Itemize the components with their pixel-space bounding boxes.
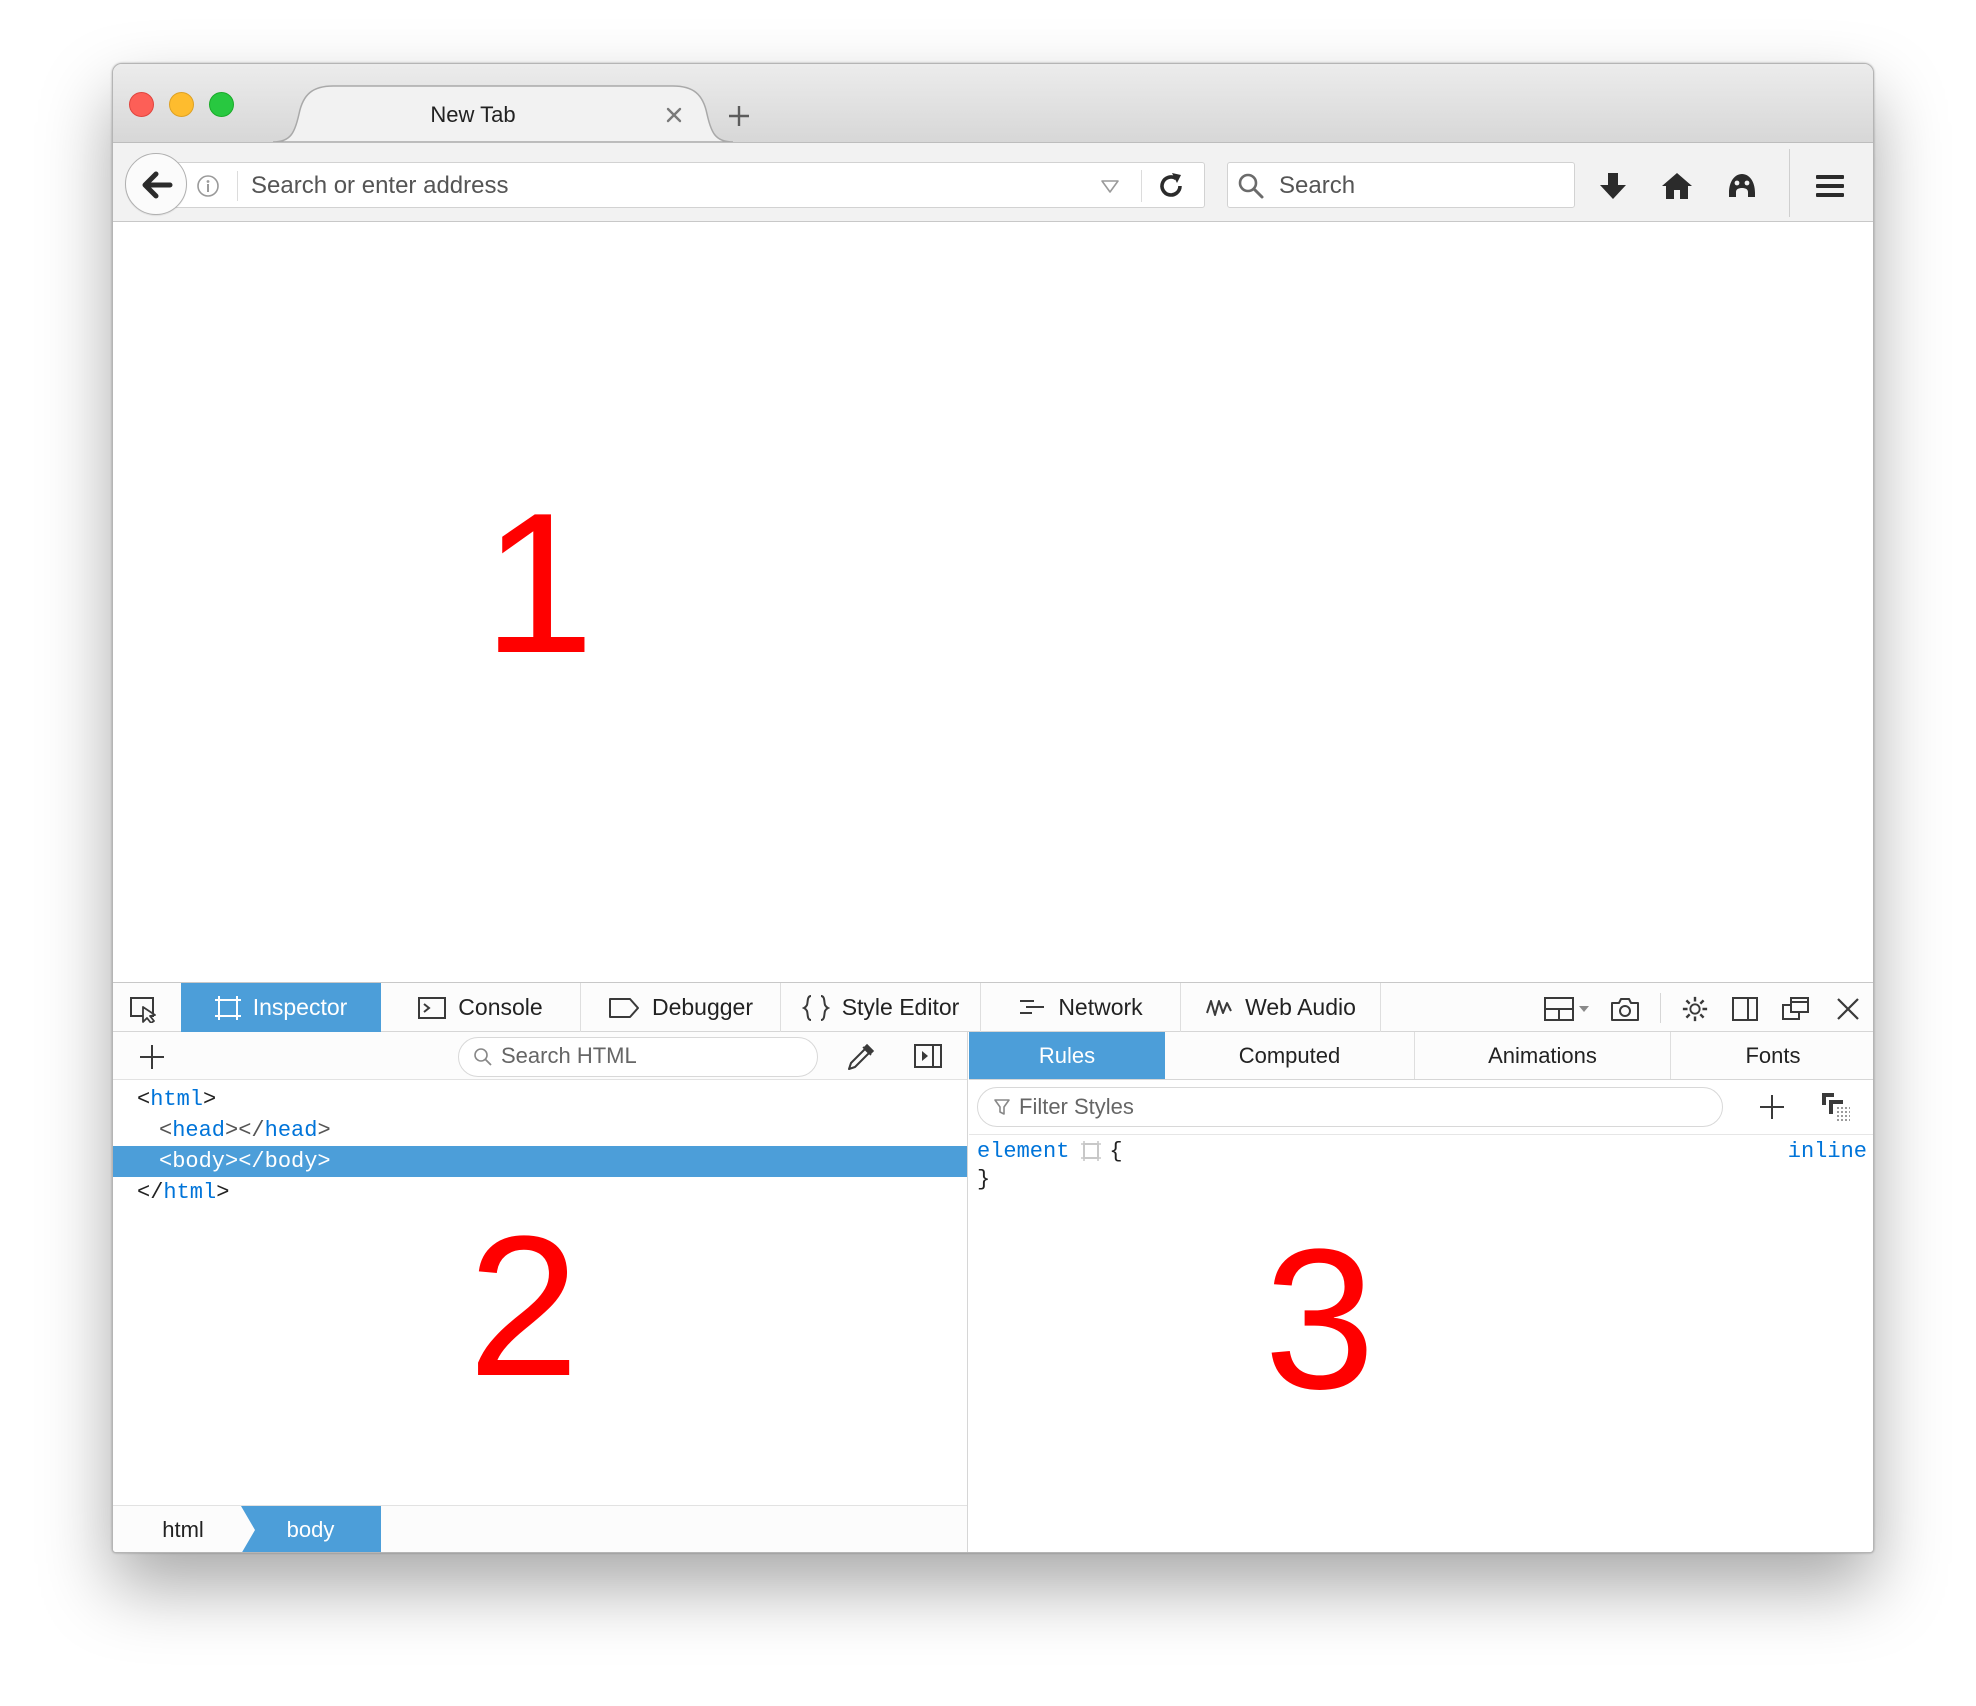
search-html-icon (474, 1048, 492, 1066)
tab-computed[interactable]: Computed (1165, 1032, 1415, 1079)
tab-rules[interactable]: Rules (969, 1032, 1165, 1079)
tab-network[interactable]: Network (981, 983, 1181, 1032)
navigation-toolbar (113, 142, 1873, 222)
rule-source-link[interactable]: inline (1788, 1138, 1867, 1166)
node-head[interactable]: <head></head> (113, 1115, 967, 1146)
new-tab-plus-icon[interactable] (724, 101, 754, 131)
page-content-area: 1 (113, 222, 1873, 982)
tab-console-label: Console (458, 994, 543, 1020)
rules-panel: Rules Computed Animations Fonts e (969, 1032, 1873, 1552)
tab-web-audio[interactable]: Web Audio (1181, 983, 1381, 1032)
filter-funnel-icon (994, 1099, 1010, 1115)
debugger-icon (608, 997, 639, 1018)
tab-title: New Tab (430, 102, 516, 127)
web-audio-icon (1206, 999, 1232, 1016)
tab-close-icon[interactable] (661, 102, 687, 128)
markup-toolbar (113, 1032, 967, 1080)
tab-inspector[interactable]: Inspector (181, 983, 381, 1032)
separate-window-icon[interactable] (1781, 995, 1811, 1023)
devtools-panel: Inspector Console Debugger Style Editor … (113, 982, 1873, 1552)
window-minimize-button[interactable] (169, 92, 194, 117)
add-rule-plus-icon[interactable] (1757, 1092, 1787, 1122)
element-picker-icon[interactable] (129, 995, 159, 1023)
toolbar-separator (1789, 149, 1790, 217)
rule-header: element { inline (977, 1138, 1867, 1166)
annotation-number-3: 3 (1264, 1208, 1376, 1431)
eyedropper-icon[interactable] (845, 1041, 877, 1073)
network-icon (1020, 999, 1045, 1014)
browser-window: New Tab Search or enter address Search 1… (112, 63, 1874, 1553)
back-arrow-icon (142, 171, 173, 199)
tab-debugger-label: Debugger (651, 994, 754, 1020)
rule-footer: } (977, 1166, 1867, 1194)
rule-selector[interactable]: element (977, 1139, 1069, 1164)
tab-style-editor[interactable]: Style Editor (781, 983, 981, 1032)
annotation-number-1: 1 (483, 472, 595, 695)
address-separator-2 (1141, 170, 1142, 202)
back-button[interactable] (125, 153, 187, 215)
node-html-open[interactable]: <html> (113, 1084, 967, 1115)
rule-open-brace: { (1109, 1139, 1123, 1164)
breadcrumb: html body (113, 1505, 967, 1552)
download-icon[interactable] (1596, 169, 1630, 203)
element-style-icon (1081, 1141, 1102, 1162)
close-devtools-icon[interactable] (1833, 995, 1863, 1023)
search-input[interactable] (1279, 169, 1559, 203)
annotation-number-2: 2 (468, 1195, 580, 1418)
tab-web-audio-label: Web Audio (1245, 994, 1356, 1020)
dock-side-icon[interactable] (1730, 995, 1760, 1023)
breadcrumb-html[interactable]: html (133, 1506, 233, 1552)
toggle-sidebar-icon[interactable] (913, 1042, 943, 1070)
window-zoom-button[interactable] (209, 92, 234, 117)
markup-tree: <html> <head></head> <body></body> </htm… (113, 1084, 967, 1208)
tab-animations[interactable]: Animations (1415, 1032, 1671, 1079)
add-node-plus-icon[interactable] (137, 1042, 167, 1072)
style-editor-icon (801, 994, 830, 1021)
rule-close-brace: } (977, 1167, 991, 1192)
toolbar-divider (1660, 993, 1661, 1023)
tab-network-label: Network (1058, 994, 1143, 1020)
filter-styles-input[interactable] (1019, 1092, 1709, 1122)
element-rule: element { inline } (977, 1138, 1867, 1194)
markup-panel: <html> <head></head> <body></body> </htm… (113, 1032, 968, 1552)
window-close-button[interactable] (129, 92, 154, 117)
pseudo-class-toggle-icon[interactable] (1819, 1090, 1853, 1124)
home-icon[interactable] (1660, 169, 1694, 203)
inspector-icon (214, 995, 241, 1020)
rules-divider (969, 1134, 1873, 1135)
title-bar: New Tab (113, 64, 1873, 143)
tab-inspector-label: Inspector (252, 994, 348, 1020)
sidebar-tabs: Rules Computed Animations Fonts (969, 1032, 1873, 1080)
devtools-toolbar: Inspector Console Debugger Style Editor … (113, 982, 1873, 1032)
reload-icon[interactable] (1155, 170, 1187, 202)
search-icon (1238, 173, 1264, 199)
address-input[interactable] (251, 169, 951, 203)
node-body-selected[interactable]: <body></body> (113, 1146, 967, 1177)
console-icon (418, 996, 447, 1019)
history-dropdown-icon[interactable] (1100, 178, 1120, 194)
site-info-icon[interactable] (196, 174, 220, 198)
search-html-input[interactable] (501, 1041, 801, 1071)
screenshot-camera-icon[interactable] (1610, 995, 1640, 1023)
responsive-layout-icon[interactable] (1543, 995, 1591, 1023)
hamburger-menu-icon[interactable] (1813, 169, 1847, 203)
tab-console[interactable]: Console (381, 983, 581, 1032)
address-separator (237, 171, 238, 201)
settings-gear-icon[interactable] (1680, 995, 1710, 1023)
tab-fonts[interactable]: Fonts (1671, 1032, 1873, 1079)
breadcrumb-body[interactable]: body (243, 1506, 378, 1552)
tab-debugger[interactable]: Debugger (581, 983, 781, 1032)
pocket-icon[interactable] (1725, 169, 1759, 203)
tab-style-editor-label: Style Editor (841, 994, 960, 1020)
